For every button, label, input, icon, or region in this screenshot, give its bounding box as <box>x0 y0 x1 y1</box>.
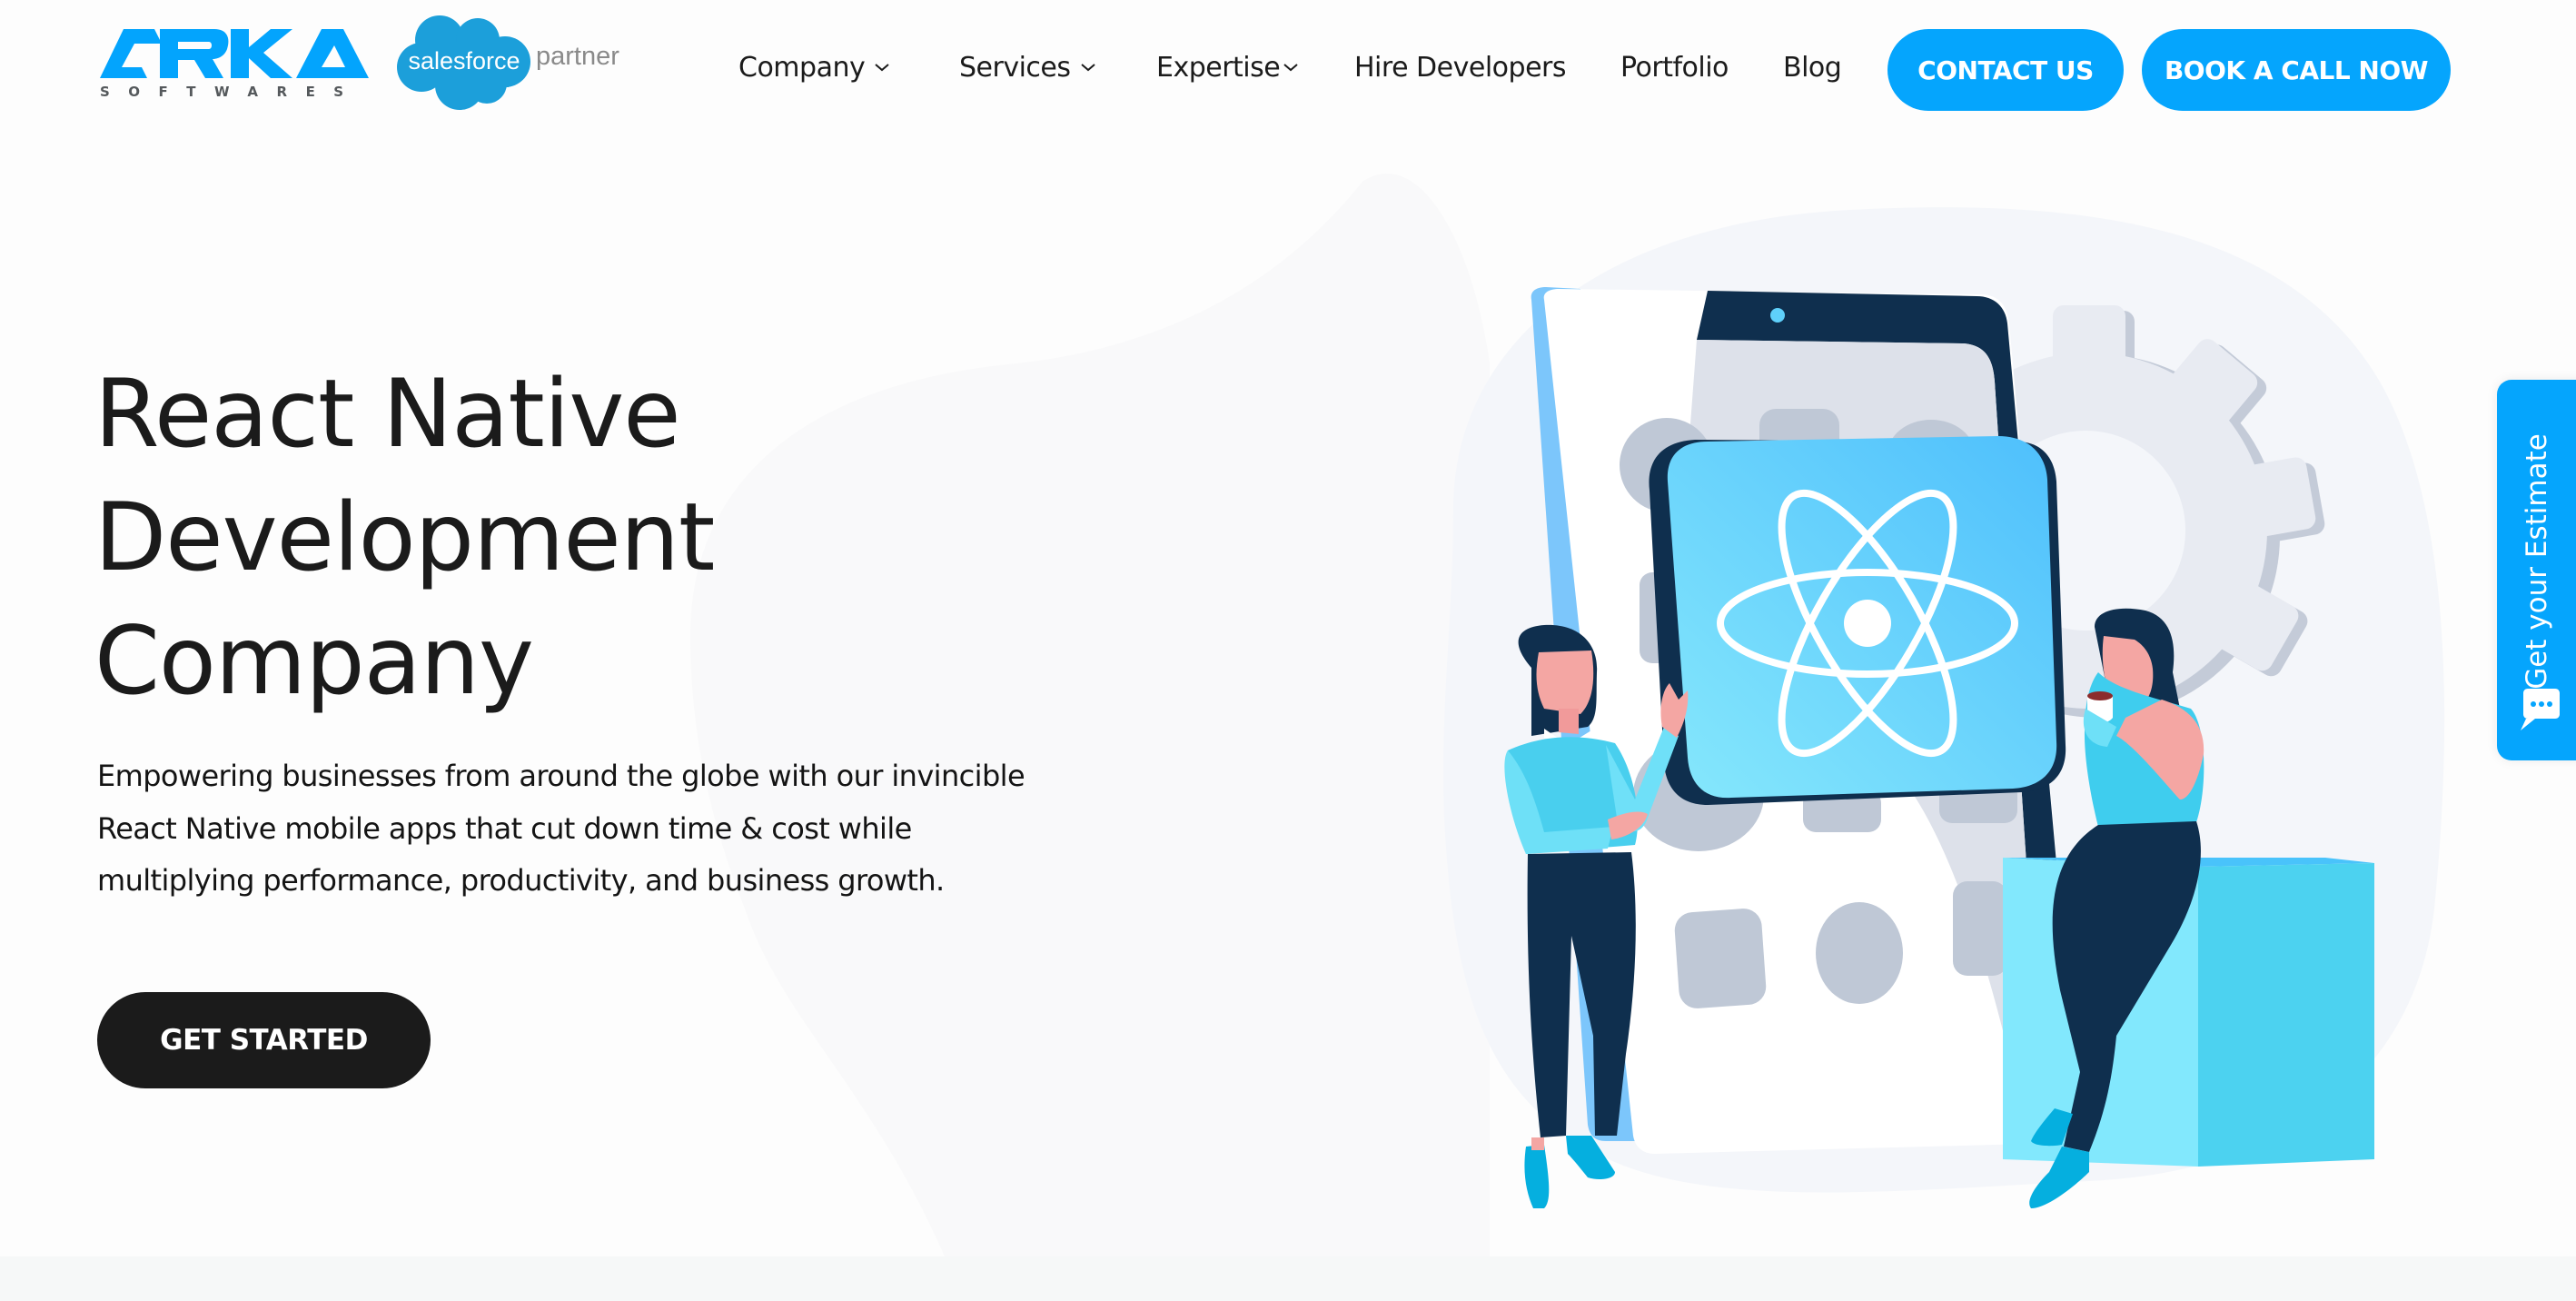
nav-blog[interactable]: Blog <box>1783 47 1842 87</box>
hero-title-line-2: Development <box>94 483 715 592</box>
partner-label: partner <box>536 42 619 71</box>
book-a-call-button[interactable]: BOOK A CALL NOW <box>2142 29 2451 111</box>
contact-us-button[interactable]: CONTACT US <box>1887 29 2124 111</box>
salesforce-cloud-icon[interactable]: salesforce <box>396 15 532 111</box>
nav-services-label: Services <box>959 51 1071 84</box>
hero-title: React Native Development Company <box>94 353 912 723</box>
hero-title-line-3: Company <box>94 607 534 716</box>
nav-expertise-label: Expertise <box>1156 51 1281 84</box>
chevron-down-icon <box>1283 64 1298 72</box>
nav-services[interactable]: Services <box>959 47 1096 87</box>
get-estimate-tab[interactable]: Get your Estimate <box>2497 380 2576 760</box>
salesforce-badge-text: salesforce <box>408 47 520 74</box>
nav-portfolio[interactable]: Portfolio <box>1620 47 1729 87</box>
nav-company-label: Company <box>738 51 866 84</box>
hero-description: Empowering businesses from around the gl… <box>97 759 1025 898</box>
chat-bubble-icon <box>2521 689 2560 730</box>
nav-portfolio-label: Portfolio <box>1620 51 1729 84</box>
get-estimate-label: Get your Estimate <box>2521 433 2553 690</box>
nav-company[interactable]: Company <box>738 47 890 87</box>
hero-title-line-1: React Native <box>94 360 681 469</box>
nav-hire-developers-label: Hire Developers <box>1354 51 1566 84</box>
nav-blog-label: Blog <box>1783 51 1842 84</box>
background-blob-right <box>1442 207 2445 1193</box>
nav-hire-developers[interactable]: Hire Developers <box>1354 47 1566 87</box>
chevron-down-icon <box>1080 64 1095 72</box>
nav-expertise[interactable]: Expertise <box>1156 47 1299 87</box>
site-header: SOFTWARES salesforce partner Company Ser… <box>0 0 2576 136</box>
get-started-button[interactable]: GET STARTED <box>97 992 431 1088</box>
chevron-down-icon <box>875 64 889 72</box>
next-section-strip <box>0 1256 2576 1301</box>
logo-subtext: SOFTWARES <box>100 84 362 100</box>
